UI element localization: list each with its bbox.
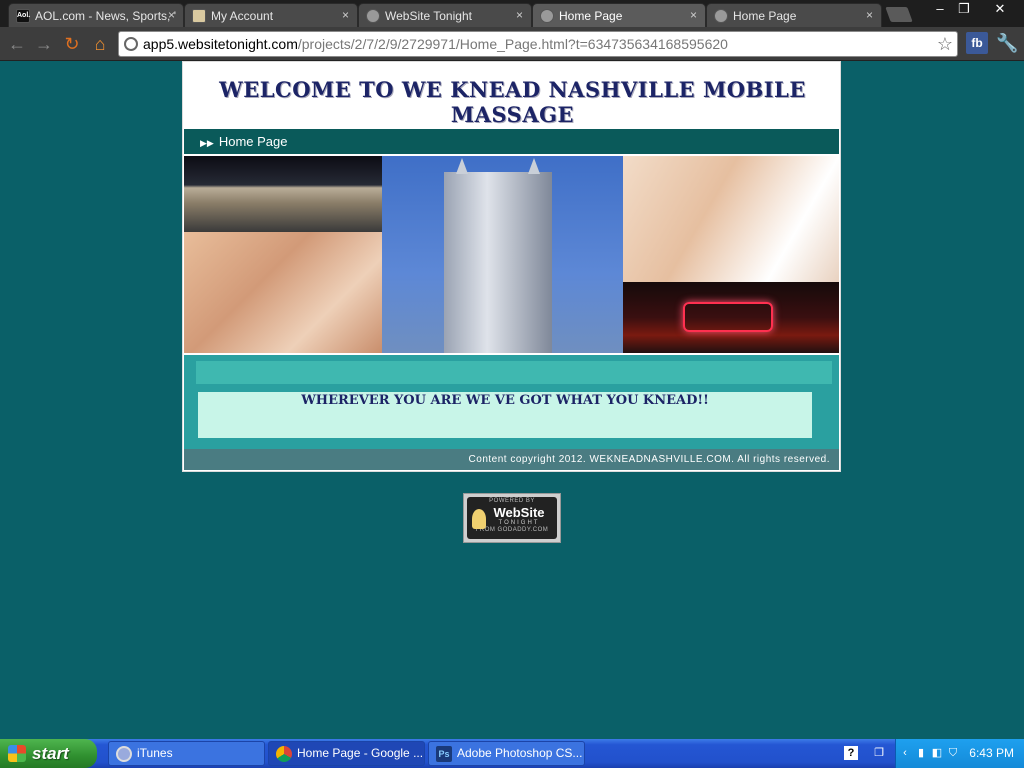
- photoshop-icon: Ps: [436, 746, 452, 762]
- tower-shape: [444, 158, 552, 353]
- facebook-extension-icon[interactable]: fb: [966, 32, 988, 54]
- copyright-footer: Content copyright 2012. WEKNEADNASHVILLE…: [184, 449, 839, 470]
- account-icon: [192, 9, 206, 23]
- slogan-box: WHEREVER YOU ARE WE VE GOT WHAT YOU KNEA…: [198, 392, 812, 438]
- tab-label: AOL.com - News, Sports, ': [35, 9, 176, 23]
- windows-taskbar: start iTunes Home Page - Google ... Ps A…: [0, 739, 1024, 768]
- teal-strip: [196, 361, 832, 384]
- nav-arrow-icon: ▶▶: [200, 138, 214, 148]
- taskbar-item-itunes[interactable]: iTunes: [108, 741, 265, 766]
- browser-tab-bar: Aol. AOL.com - News, Sports, ' × My Acco…: [0, 0, 1024, 27]
- tab-my-account[interactable]: My Account ×: [184, 3, 358, 27]
- chrome-icon: [276, 746, 292, 762]
- tab-home-page-active[interactable]: Home Page ×: [532, 3, 706, 27]
- restore-icon[interactable]: ❐: [952, 0, 976, 18]
- nashville-plaza-photo: [184, 156, 382, 232]
- tab-close-icon[interactable]: ×: [516, 5, 523, 25]
- tab-label: WebSite Tonight: [385, 9, 472, 23]
- shoulder-massage-photo: [623, 156, 839, 282]
- reload-icon[interactable]: ↻: [61, 33, 83, 55]
- site-title: WELCOME TO WE KNEAD NASHVILLE MOBILE MAS…: [219, 77, 806, 127]
- tab-close-icon[interactable]: ×: [342, 5, 349, 25]
- tab-close-icon[interactable]: ×: [866, 5, 873, 25]
- tray-expand-icon[interactable]: ‹: [898, 746, 912, 760]
- help-icon[interactable]: ?: [844, 746, 858, 760]
- windows-logo-icon: [8, 745, 26, 762]
- tab-aol[interactable]: Aol. AOL.com - News, Sports, ' ×: [8, 3, 184, 27]
- bookmark-star-icon[interactable]: ☆: [937, 32, 953, 56]
- close-window-icon[interactable]: ✕: [986, 0, 1014, 18]
- broadway-neon-photo: [623, 282, 839, 353]
- page-info-icon[interactable]: [124, 37, 138, 51]
- taskbar-item-photoshop[interactable]: Ps Adobe Photoshop CS...: [428, 741, 585, 766]
- website-tonight-badge[interactable]: POWERED BY WebSite TONIGHT FROM GODADDY.…: [463, 493, 561, 543]
- task-label: Home Page - Google ...: [297, 746, 424, 760]
- batman-building-photo: [382, 156, 623, 353]
- tab-close-icon[interactable]: ×: [690, 5, 697, 25]
- badge-inner: POWERED BY WebSite TONIGHT FROM GODADDY.…: [467, 497, 557, 539]
- nav-link-home-page[interactable]: Home Page: [219, 134, 288, 149]
- task-label: iTunes: [137, 746, 173, 760]
- network-icon[interactable]: ◧: [930, 746, 944, 760]
- itunes-icon: [116, 746, 132, 762]
- minimize-icon[interactable]: –: [928, 0, 952, 18]
- tab-label: Home Page: [559, 9, 623, 23]
- wrench-menu-icon[interactable]: 🔧: [996, 31, 1018, 55]
- tab-label: My Account: [211, 9, 274, 23]
- security-shield-icon[interactable]: ⛉: [946, 746, 960, 760]
- system-tray: ❐ ‹ ▮ ◧ ⛉ 6:43 PM: [874, 739, 1024, 768]
- back-massage-photo: [184, 232, 382, 353]
- signal-icon[interactable]: ▮: [914, 746, 928, 760]
- restore-windows-icon[interactable]: ❐: [872, 746, 886, 760]
- aol-icon: Aol.: [16, 9, 30, 23]
- new-tab-button[interactable]: [885, 7, 913, 22]
- banner-collage: [184, 156, 839, 353]
- mascot-icon: [472, 509, 486, 529]
- site-container: WELCOME TO WE KNEAD NASHVILLE MOBILE MAS…: [182, 61, 841, 472]
- start-label: start: [32, 744, 69, 763]
- globe-icon: [540, 9, 554, 23]
- taskbar-item-chrome[interactable]: Home Page - Google ...: [268, 741, 425, 766]
- address-path: /projects/2/7/2/9/2729971/Home_Page.html…: [297, 36, 728, 52]
- task-label: Adobe Photoshop CS...: [457, 746, 583, 760]
- browser-toolbar: ← → ↻ ⌂ app5.websitetonight.com/projects…: [0, 27, 1024, 61]
- globe-icon: [366, 9, 380, 23]
- tab-website-tonight[interactable]: WebSite Tonight ×: [358, 3, 532, 27]
- slogan-section: WHEREVER YOU ARE WE VE GOT WHAT YOU KNEA…: [184, 355, 839, 449]
- site-nav-bar: ▶▶ Home Page: [184, 129, 839, 154]
- start-button[interactable]: start: [0, 739, 97, 768]
- home-icon[interactable]: ⌂: [89, 33, 111, 55]
- clock[interactable]: 6:43 PM: [969, 739, 1014, 768]
- tab-label: Home Page: [733, 9, 797, 23]
- slogan-text: WHEREVER YOU ARE WE VE GOT WHAT YOU KNEA…: [301, 393, 709, 408]
- address-bar[interactable]: app5.websitetonight.com/projects/2/7/2/9…: [118, 31, 958, 57]
- neon-sign-shape: [683, 302, 773, 332]
- globe-icon: [714, 9, 728, 23]
- forward-icon[interactable]: →: [33, 33, 55, 55]
- badge-powered-by: POWERED BY: [489, 498, 535, 504]
- address-host: app5.websitetonight.com: [143, 36, 298, 52]
- back-icon[interactable]: ←: [6, 33, 28, 55]
- tab-close-icon[interactable]: ×: [168, 5, 175, 25]
- tab-home-page[interactable]: Home Page ×: [706, 3, 882, 27]
